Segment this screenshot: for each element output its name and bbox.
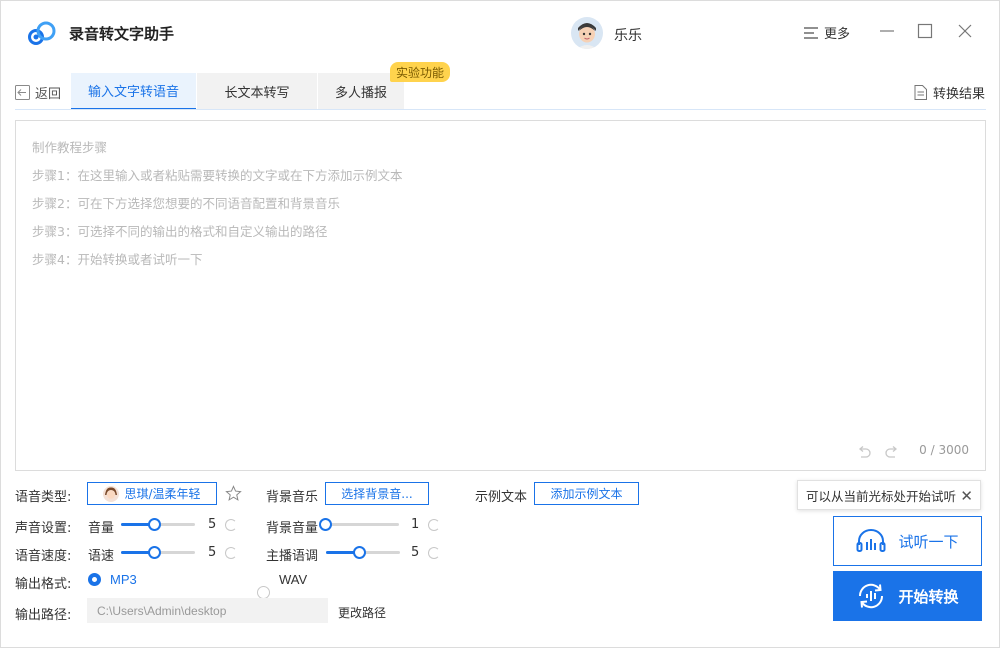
placeholder-line: 步骤4：开始转换或者试听一下 [32,252,203,267]
format-mp3-label[interactable]: MP3 [110,572,137,587]
minimize-icon [880,30,894,32]
experimental-badge: 实验功能 [390,62,451,82]
minimize-button[interactable] [875,19,899,43]
pitch-slider[interactable] [326,546,400,559]
redo-icon[interactable] [885,446,899,458]
speed-slider-thumb[interactable] [148,546,161,559]
convert-cycle-icon [859,583,884,609]
volume-reset-icon[interactable] [225,519,237,531]
undo-icon[interactable] [857,446,871,458]
listen-button[interactable]: 试听一下 [833,516,982,566]
tab-text-to-speech[interactable]: 输入文字转语音 [71,73,196,110]
change-path-button[interactable]: 更改路径 [338,604,386,621]
result-label: 转换结果 [933,87,986,102]
volume-slider[interactable] [121,518,195,531]
sound-settings-label: 声音设置: [15,521,72,536]
listen-tooltip: 可以从当前光标处开始试听 ✕ [797,480,981,510]
headphones-icon [856,529,886,552]
close-icon [958,24,972,38]
bg-volume-slider[interactable] [319,518,399,531]
volume-value: 5 [208,517,217,532]
speed-slider[interactable] [121,546,195,559]
format-wav-label[interactable]: WAV [279,572,307,587]
bg-volume-slider-thumb[interactable] [319,518,332,531]
voice-type-label: 语音类型: [15,490,72,505]
sample-text-label: 示例文本 [475,490,528,505]
speech-speed-label: 语音速度: [15,549,72,564]
bg-music-label: 背景音乐 [266,490,319,505]
volume-slider-thumb[interactable] [148,518,161,531]
speed-reset-icon[interactable] [225,547,237,559]
add-sample-text-button[interactable]: 添加示例文本 [534,482,639,505]
output-path-label: 输出路径: [15,608,72,623]
menu-lines-icon [804,26,818,39]
more-menu-button[interactable]: 更多 [804,23,850,42]
tooltip-close-icon[interactable]: ✕ [960,487,973,505]
placeholder-line: 步骤2：可在下方选择您想要的不同语音配置和背景音乐 [32,196,340,211]
favorite-star-icon[interactable] [225,485,242,502]
tab-label: 多人播报 [334,86,387,101]
username[interactable]: 乐乐 [614,25,642,45]
app-logo-icon [28,21,56,45]
back-label: 返回 [35,87,62,102]
maximize-button[interactable] [913,19,937,43]
bg-volume-value: 1 [411,517,420,532]
tab-label: 长文本转写 [224,86,290,101]
pitch-reset-icon[interactable] [428,547,440,559]
voice-type-button[interactable]: 思琪/温柔年轻 [87,482,217,505]
conversion-results-button[interactable]: 转换结果 [914,83,985,102]
back-arrow-icon [15,85,30,100]
speed-value: 5 [208,545,217,560]
output-path-field[interactable]: C:\Users\Admin\desktop [87,598,328,623]
placeholder-line: 步骤3：可选择不同的输出的格式和自定义输出的路径 [32,224,328,239]
back-button[interactable]: 返回 [15,83,61,102]
character-counter: 0 / 3000 [919,443,969,457]
app-title: 录音转文字助手 [69,25,175,43]
voice-avatar-icon [103,485,120,502]
format-mp3-radio[interactable] [88,573,101,586]
voice-type-value: 思琪/温柔年轻 [124,487,201,501]
select-bg-music-button[interactable]: 选择背景音... [325,482,429,505]
output-format-label: 输出格式: [15,577,72,592]
user-avatar[interactable] [571,17,603,49]
undo-redo-group [857,446,899,458]
maximize-icon [917,23,933,39]
avatar-image-icon [571,17,603,49]
pitch-label: 主播语调 [266,549,319,564]
tab-long-text[interactable]: 长文本转写 [197,73,317,110]
more-label: 更多 [824,27,851,42]
app-window: 录音转文字助手 乐乐 更多 返回 输入文字转语音 长文本转写 多人播报 实验功能… [0,0,1000,648]
volume-label: 音量 [88,521,115,536]
tabs-divider [15,109,986,110]
tooltip-text: 可以从当前光标处开始试听 [806,488,957,504]
placeholder-line: 步骤1：在这里输入或者粘贴需要转换的文字或在下方添加示例文本 [32,168,403,183]
text-input-area[interactable]: 制作教程步骤 步骤1：在这里输入或者粘贴需要转换的文字或在下方添加示例文本 步骤… [15,120,986,471]
placeholder-line: 制作教程步骤 [32,140,108,155]
speed-label: 语速 [88,549,115,564]
close-window-button[interactable] [953,19,977,43]
pitch-slider-thumb[interactable] [353,546,366,559]
start-convert-button[interactable]: 开始转换 [833,571,982,621]
bg-volume-label: 背景音量 [266,521,319,536]
tab-label: 输入文字转语音 [87,85,179,100]
listen-label: 试听一下 [898,532,959,551]
convert-label: 开始转换 [898,587,959,606]
bg-volume-reset-icon[interactable] [428,519,440,531]
document-icon [914,85,927,100]
pitch-value: 5 [411,545,420,560]
